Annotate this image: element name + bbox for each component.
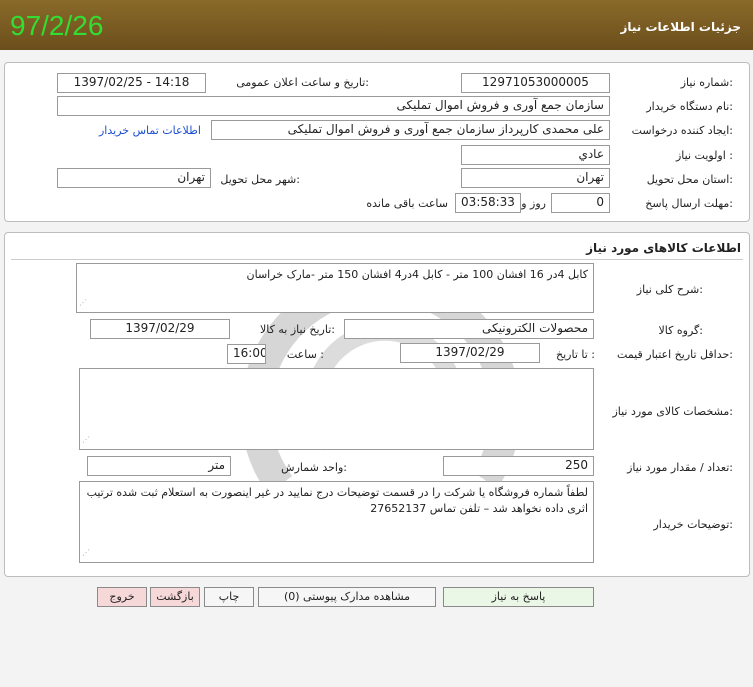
to-date-label: تا تاريخ :: [556, 348, 595, 361]
announce-label: تاريخ و ساعت اعلان عمومی:: [236, 76, 369, 89]
min-validity-label: حداقل تاريخ اعتبار قيمت:: [617, 348, 733, 361]
resize-grip-icon[interactable]: ⋰: [79, 295, 87, 311]
unit-field: متر: [87, 456, 231, 476]
summary-label: شرح کلی نياز:: [636, 283, 703, 296]
back-button[interactable]: بازگشت: [150, 587, 200, 607]
announce-date-field: 1397/02/25 - 14:18: [57, 73, 206, 93]
qty-field: 250: [443, 456, 594, 476]
header-date: 97/2/26: [10, 10, 104, 41]
attachments-button[interactable]: مشاهده مدارک پيوستی (0): [258, 587, 436, 607]
specs-label: مشخصات کالای مورد نياز:: [612, 405, 733, 418]
buyer-label: نام دستگاه خريدار:: [646, 100, 733, 113]
resize-grip-icon[interactable]: ⋰: [82, 545, 90, 561]
remaining-text: ساعت باقی مانده: [366, 197, 448, 210]
creator-label: ايجاد کننده درخواست:: [631, 124, 733, 137]
city-field: تهران: [57, 168, 211, 188]
need-number-label: شماره نياز:: [680, 76, 733, 89]
page-title: جزئيات اطلاعات نياز: [620, 20, 741, 34]
page-header: 97/2/26 جزئيات اطلاعات نياز: [0, 0, 753, 50]
to-date-field: 1397/02/29: [400, 343, 540, 363]
buyer-notes-label: توضيحات خريدار:: [653, 518, 734, 531]
group-field: محصولات الکترونيکی: [344, 319, 594, 339]
deadline-label: مهلت ارسال پاسخ:: [645, 197, 733, 210]
need-number-field: 12971053000005: [461, 73, 610, 93]
buyer-notes-text: لطفاً شماره فروشگاه يا شرکت را در قسمت ت…: [86, 486, 588, 515]
days-word: روز و: [521, 197, 546, 210]
days-field: 0: [551, 193, 610, 213]
time-label: ساعت :: [286, 348, 324, 361]
province-label: استان محل تحويل:: [646, 173, 733, 186]
specs-field: ⋰: [79, 368, 594, 450]
summary-field: کابل 4در 16 افشان 100 متر - کابل 4در4 اف…: [76, 263, 594, 313]
time-left-field: 03:58:33: [455, 193, 521, 213]
exit-button[interactable]: خروج: [97, 587, 147, 607]
group-label: گروه کالا:: [658, 324, 703, 337]
goods-section-title: اطلاعات کالاهای مورد نياز: [586, 241, 741, 255]
creator-field: علی محمدی کارپرداز سازمان جمع آوری و فرو…: [211, 120, 610, 140]
buyer-contact-link[interactable]: اطلاعات تماس خريدار: [99, 124, 201, 137]
buyer-field: سازمان جمع آوری و فروش اموال تمليکی: [57, 96, 610, 116]
resize-grip-icon[interactable]: ⋰: [82, 432, 90, 448]
buyer-notes-field: لطفاً شماره فروشگاه يا شرکت را در قسمت ت…: [79, 481, 594, 563]
time-field: 16:00: [227, 344, 266, 364]
respond-button[interactable]: پاسخ به نياز: [443, 587, 594, 607]
need-date-field: 1397/02/29: [90, 319, 230, 339]
summary-text: کابل 4در 16 افشان 100 متر - کابل 4در4 اف…: [246, 268, 588, 281]
unit-label: واحد شمارش:: [281, 461, 347, 474]
city-label: شهر محل تحويل:: [220, 173, 300, 186]
province-field: تهران: [461, 168, 610, 188]
priority-label: اولويت نياز :: [675, 149, 733, 162]
qty-label: تعداد / مقدار مورد نياز:: [627, 461, 733, 474]
print-button[interactable]: چاپ: [204, 587, 254, 607]
priority-field: عادي: [461, 145, 610, 165]
section-divider: [11, 259, 743, 260]
need-date-label: تاريخ نياز به کالا:: [260, 323, 335, 336]
